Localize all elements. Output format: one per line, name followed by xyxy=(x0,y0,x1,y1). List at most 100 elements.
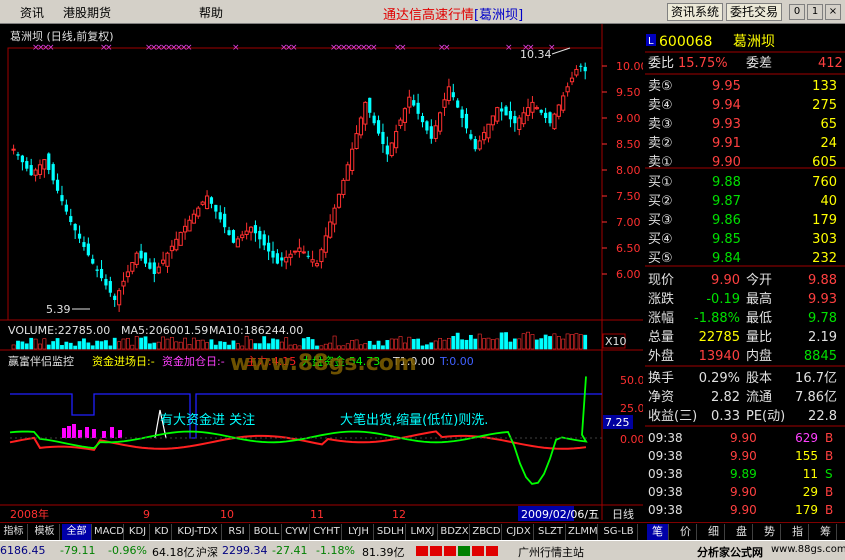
tick-list: 09:38 9.90 629 B 09:38 9.90 155 B 09:38 9.89 11 S 09… xyxy=(648,431,833,517)
volume-bar xyxy=(451,336,456,350)
candle-body-down xyxy=(148,262,152,269)
tab-cjdx[interactable]: CJDX xyxy=(504,524,534,540)
volume-bar xyxy=(530,334,535,350)
tab-kdj[interactable]: KDJ xyxy=(126,524,150,540)
x-label-2008: 2008年 xyxy=(10,507,49,521)
tab-sdlh[interactable]: SDLH xyxy=(376,524,406,540)
kline-chart-svg[interactable]: 葛洲坝 (日线,前复权) 10.00 9.50 9.00 8.50 8.00 7.50 7.… xyxy=(0,24,643,522)
volume-bar xyxy=(438,338,443,350)
tab-rsi[interactable]: RSI xyxy=(224,524,250,540)
info-system-button[interactable]: 资讯系统 xyxy=(667,3,723,21)
price-axis: 10.00 9.50 9.00 8.50 8.00 7.50 7.00 6.50 6.00 xyxy=(602,60,643,281)
tab-cyht[interactable]: CYHT xyxy=(312,524,342,540)
tab-sg-lb[interactable]: SG-LB xyxy=(600,524,638,540)
quote-tab[interactable]: 细 xyxy=(703,524,725,540)
candle-body-up xyxy=(561,95,566,111)
candle-body-down xyxy=(451,92,455,98)
price-high-label: 10.34 xyxy=(520,48,552,61)
price-pane-frame xyxy=(7,47,603,321)
candle-body-up xyxy=(200,201,205,205)
candle-body-up xyxy=(442,99,447,108)
volume-bar xyxy=(33,338,38,350)
candle-body-up xyxy=(301,251,306,254)
candle-body-up xyxy=(569,77,575,83)
tab-全部[interactable]: 全部 xyxy=(62,524,92,540)
quote-tab[interactable]: 笔 xyxy=(647,524,669,540)
candle-body-down xyxy=(91,258,95,264)
volume-bar xyxy=(495,338,500,350)
volume-bar xyxy=(222,341,227,350)
tab-kdj-tdx[interactable]: KDJ-TDX xyxy=(174,524,222,540)
signal-marker: × xyxy=(232,43,240,53)
trade-button[interactable]: 委托交易 xyxy=(726,3,782,21)
tab-kd[interactable]: KD xyxy=(152,524,172,540)
candle-body-down xyxy=(267,242,271,252)
candle-body-up xyxy=(33,169,38,176)
market-fund-line xyxy=(9,376,588,485)
candle-body-down xyxy=(86,243,90,256)
exchange-icon-letter: L xyxy=(648,36,654,47)
quote-tab[interactable]: 势 xyxy=(759,524,781,540)
tab-lyjh[interactable]: LYJH xyxy=(344,524,374,540)
tab-macd[interactable]: MACD xyxy=(94,524,124,540)
bid-label: 买④ xyxy=(648,232,673,247)
fund-entry-bar xyxy=(78,430,82,438)
volume-scale: X10 xyxy=(605,335,627,348)
stat-value: 2.19 xyxy=(808,330,837,345)
volume-bar xyxy=(148,343,152,350)
fund-label: 净资 xyxy=(648,390,674,405)
volume-bar xyxy=(565,333,570,350)
restore-button[interactable]: 1 xyxy=(807,4,823,20)
tab-模板[interactable]: 模板 xyxy=(30,524,60,540)
tab-bdzx[interactable]: BDZX xyxy=(440,524,470,540)
menu-item-help[interactable]: 帮助 xyxy=(199,4,223,21)
candle-body-down xyxy=(456,100,460,108)
tick-time: 09:38 xyxy=(648,503,683,517)
tab-zlmm[interactable]: ZLMM xyxy=(568,524,598,540)
bid-volume: 760 xyxy=(812,175,837,190)
volume-bar xyxy=(200,339,205,350)
indicator-t-line xyxy=(10,393,602,439)
close-button[interactable]: × xyxy=(825,4,841,20)
quote-tab[interactable]: 指 xyxy=(787,524,809,540)
tab-zbcd[interactable]: ZBCD xyxy=(472,524,502,540)
candle-body-up xyxy=(314,263,320,267)
candle-body-down xyxy=(209,197,214,204)
tab-slzt[interactable]: SLZT xyxy=(536,524,566,540)
tick-price: 9.90 xyxy=(730,503,757,517)
period-label[interactable]: 日线 xyxy=(612,507,634,521)
volume-bar xyxy=(51,341,56,350)
candle-body-up xyxy=(174,238,179,251)
candle-body-down xyxy=(77,233,82,239)
volume-bar xyxy=(306,337,311,350)
candle-body-down xyxy=(280,257,284,261)
candle-body-down xyxy=(275,253,280,264)
candle-body-up xyxy=(398,119,403,126)
volume-bar xyxy=(60,345,64,350)
menu-item-hk-futures[interactable]: 港股期货 xyxy=(63,4,111,21)
quote-tab[interactable]: 盘 xyxy=(731,524,753,540)
volume-bar xyxy=(249,339,253,350)
menu-item-info[interactable]: 资讯 xyxy=(20,4,44,21)
volume-bar xyxy=(126,338,130,350)
tick-time: 09:38 xyxy=(648,449,683,463)
candle-body-up xyxy=(477,140,482,150)
minimize-button[interactable]: 0 xyxy=(789,4,805,20)
volume-bar xyxy=(293,344,297,350)
tab-cyw[interactable]: CYW xyxy=(284,524,310,540)
volume-bar xyxy=(499,332,504,350)
tab-boll[interactable]: BOLL xyxy=(252,524,282,540)
quote-tab[interactable]: 价 xyxy=(675,524,697,540)
server-name[interactable]: 广州行情主站 xyxy=(518,544,584,560)
kline-chart-area[interactable]: 葛洲坝 (日线,前复权) 10.00 9.50 9.00 8.50 8.00 7.50 7.… xyxy=(0,24,643,522)
tick-volume: 629 xyxy=(795,431,818,445)
bid-price: 9.86 xyxy=(712,213,741,228)
volume-bar xyxy=(99,341,104,350)
candle-body-down xyxy=(469,134,473,139)
candle-body-down xyxy=(51,164,55,181)
quote-tab[interactable]: 筹 xyxy=(815,524,837,540)
app-title-text: 通达信高速行情 xyxy=(383,8,475,23)
tab-lmxj[interactable]: LMXJ xyxy=(408,524,438,540)
tab-指标[interactable]: 指标 xyxy=(0,524,28,540)
volume-bar xyxy=(446,337,451,350)
